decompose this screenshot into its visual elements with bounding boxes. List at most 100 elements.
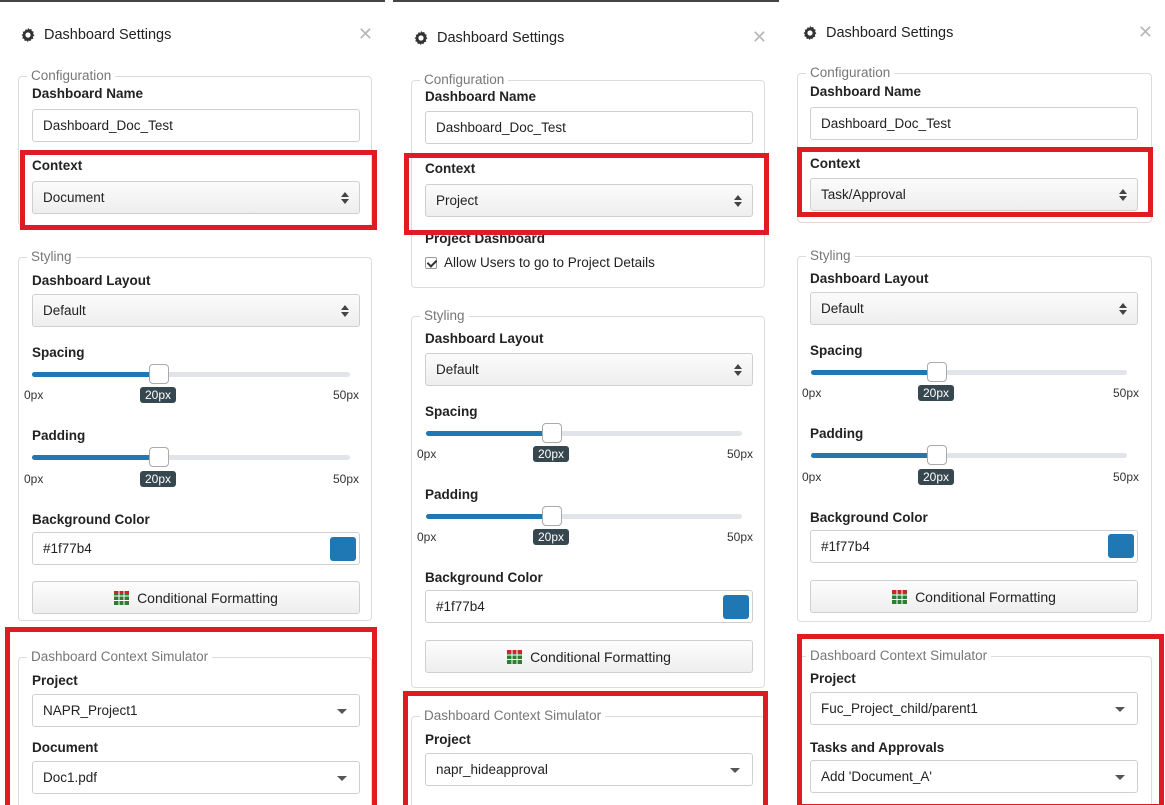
simulator-highlight-box bbox=[403, 691, 768, 805]
dashboard-layout-value: Default bbox=[43, 303, 86, 318]
conditional-formatting-label: Conditional Formatting bbox=[915, 588, 1056, 605]
dashboard-layout-select[interactable]: Default bbox=[810, 292, 1138, 325]
dashboard-settings-panel-task-approval: Dashboard Settings ✕ Configuration Dashb… bbox=[782, 0, 1165, 805]
context-highlight-box bbox=[404, 153, 769, 235]
padding-value-badge: 20px bbox=[918, 469, 955, 485]
dashboard-layout-label: Dashboard Layout bbox=[32, 273, 151, 288]
background-color-swatch[interactable] bbox=[330, 537, 356, 561]
padding-max-label: 50px bbox=[1113, 470, 1140, 484]
conditional-formatting-button[interactable]: Conditional Formatting bbox=[32, 581, 360, 614]
spacing-label: Spacing bbox=[810, 343, 863, 358]
conditional-formatting-button[interactable]: Conditional Formatting bbox=[810, 580, 1138, 613]
allow-project-details-checkbox[interactable] bbox=[425, 256, 437, 269]
context-highlight-box bbox=[20, 150, 377, 230]
panel-header: Dashboard Settings ✕ bbox=[802, 23, 1153, 41]
spacing-slider-handle[interactable] bbox=[542, 423, 563, 443]
table-grid-icon bbox=[892, 589, 908, 604]
panel-title: Dashboard Settings bbox=[44, 27, 172, 43]
spacing-label: Spacing bbox=[425, 404, 478, 419]
spacing-slider-handle[interactable] bbox=[149, 364, 170, 384]
configuration-legend: Configuration bbox=[27, 68, 116, 84]
close-icon[interactable]: ✕ bbox=[358, 25, 373, 43]
dashboard-name-label: Dashboard Name bbox=[32, 86, 144, 101]
styling-legend: Styling bbox=[806, 248, 855, 264]
padding-slider-handle[interactable] bbox=[542, 506, 563, 526]
up-down-arrows-icon bbox=[734, 364, 742, 376]
panel-top-border bbox=[393, 0, 779, 2]
dashboard-layout-select[interactable]: Default bbox=[425, 353, 753, 386]
spacing-max-label: 50px bbox=[333, 388, 360, 402]
spacing-slider[interactable] bbox=[32, 364, 350, 384]
background-color-swatch[interactable] bbox=[1108, 534, 1134, 558]
dashboard-layout-select[interactable]: Default bbox=[32, 294, 360, 327]
styling-legend: Styling bbox=[27, 249, 76, 265]
spacing-value-badge: 20px bbox=[533, 446, 570, 462]
panel-header: Dashboard Settings ✕ bbox=[413, 28, 767, 46]
spacing-max-label: 50px bbox=[727, 447, 754, 461]
conditional-formatting-label: Conditional Formatting bbox=[137, 589, 278, 606]
panel-title: Dashboard Settings bbox=[437, 30, 565, 46]
padding-slider-fill bbox=[811, 453, 938, 458]
dashboard-layout-value: Default bbox=[821, 301, 864, 316]
configuration-legend: Configuration bbox=[420, 72, 509, 88]
background-color-label: Background Color bbox=[32, 512, 150, 527]
dashboard-name-input[interactable] bbox=[32, 109, 360, 142]
background-color-input[interactable] bbox=[425, 590, 753, 623]
background-color-input[interactable] bbox=[810, 530, 1138, 563]
allow-project-details-label: Allow Users to go to Project Details bbox=[444, 255, 655, 270]
panel-title: Dashboard Settings bbox=[826, 25, 954, 41]
gear-icon bbox=[803, 25, 817, 41]
spacing-slider[interactable] bbox=[811, 362, 1127, 382]
allow-project-details-row[interactable]: Allow Users to go to Project Details bbox=[425, 255, 655, 270]
padding-label: Padding bbox=[810, 426, 864, 441]
spacing-value-badge: 20px bbox=[140, 387, 177, 403]
up-down-arrows-icon bbox=[341, 305, 349, 317]
padding-slider-fill bbox=[32, 455, 160, 460]
padding-min-label: 0px bbox=[417, 530, 437, 544]
close-icon[interactable]: ✕ bbox=[752, 28, 767, 46]
padding-slider[interactable] bbox=[811, 445, 1127, 465]
padding-label: Padding bbox=[32, 428, 86, 443]
padding-min-label: 0px bbox=[802, 470, 822, 484]
padding-slider-fill bbox=[426, 514, 553, 519]
background-color-swatch[interactable] bbox=[723, 595, 749, 619]
dashboard-layout-label: Dashboard Layout bbox=[425, 331, 544, 346]
dashboard-name-label: Dashboard Name bbox=[810, 84, 922, 99]
dashboard-settings-panel-document: Dashboard Settings ✕ Configuration Dashb… bbox=[0, 0, 385, 805]
dashboard-layout-label: Dashboard Layout bbox=[810, 271, 929, 286]
padding-max-label: 50px bbox=[333, 472, 360, 486]
table-grid-icon bbox=[114, 590, 130, 605]
panel-top-border bbox=[0, 0, 385, 2]
padding-slider-handle[interactable] bbox=[149, 447, 170, 467]
spacing-min-label: 0px bbox=[802, 386, 822, 400]
gear-icon bbox=[21, 27, 35, 43]
gear-icon bbox=[414, 30, 428, 46]
spacing-slider-handle[interactable] bbox=[927, 362, 948, 382]
simulator-highlight-box bbox=[5, 627, 377, 805]
conditional-formatting-button[interactable]: Conditional Formatting bbox=[425, 640, 753, 673]
spacing-label: Spacing bbox=[32, 345, 85, 360]
padding-min-label: 0px bbox=[24, 472, 44, 486]
padding-value-badge: 20px bbox=[140, 471, 177, 487]
simulator-highlight-box bbox=[797, 634, 1164, 805]
spacing-min-label: 0px bbox=[24, 388, 44, 402]
padding-slider[interactable] bbox=[32, 447, 350, 467]
padding-value-badge: 20px bbox=[533, 529, 570, 545]
dashboard-name-input[interactable] bbox=[810, 107, 1138, 140]
styling-legend: Styling bbox=[420, 308, 469, 324]
context-highlight-box bbox=[797, 147, 1153, 217]
padding-slider[interactable] bbox=[426, 506, 742, 526]
conditional-formatting-label: Conditional Formatting bbox=[530, 648, 671, 665]
spacing-slider[interactable] bbox=[426, 423, 742, 443]
background-color-input[interactable] bbox=[32, 532, 360, 565]
table-grid-icon bbox=[507, 649, 523, 664]
padding-max-label: 50px bbox=[727, 530, 754, 544]
background-color-label: Background Color bbox=[425, 570, 543, 585]
dashboard-name-input[interactable] bbox=[425, 111, 753, 144]
close-icon[interactable]: ✕ bbox=[1138, 23, 1153, 41]
up-down-arrows-icon bbox=[1119, 303, 1127, 315]
padding-slider-handle[interactable] bbox=[927, 445, 948, 465]
spacing-value-badge: 20px bbox=[918, 385, 955, 401]
spacing-slider-fill bbox=[811, 370, 938, 375]
panel-header: Dashboard Settings ✕ bbox=[20, 25, 373, 43]
